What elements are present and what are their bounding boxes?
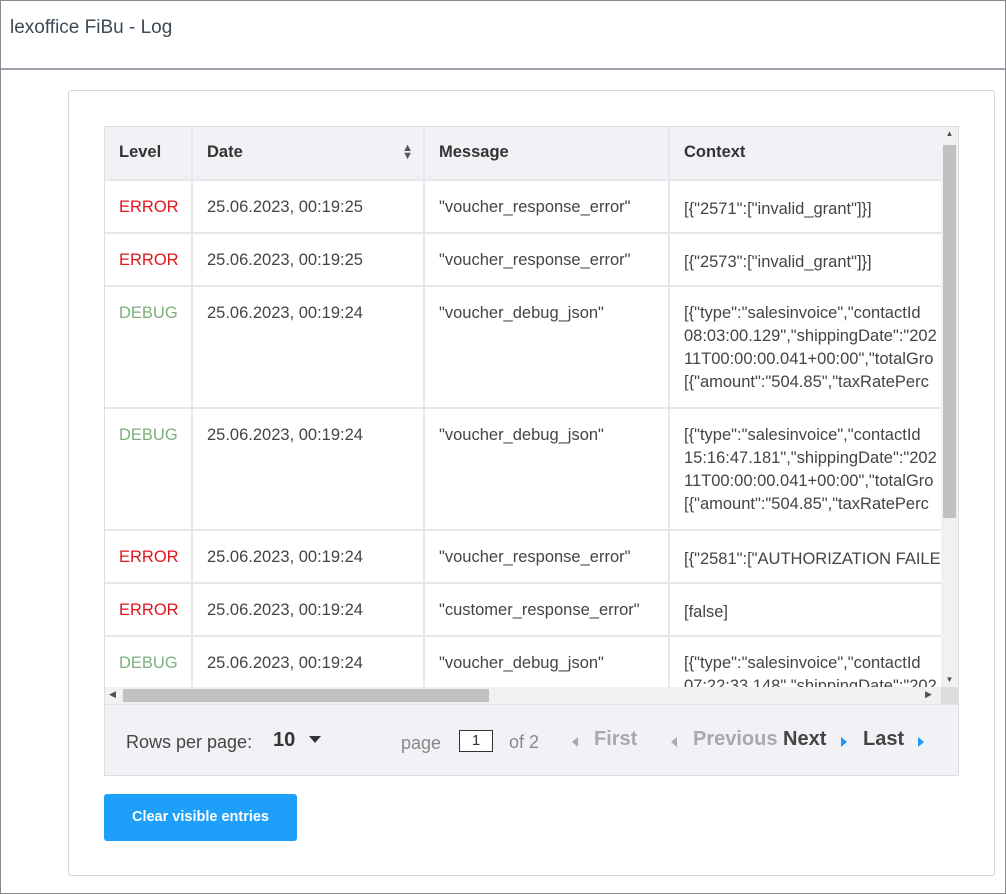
horizontal-scrollbar[interactable]: ◀ ▶	[105, 687, 958, 704]
context-line: [{"type":"salesinvoice","contactId	[684, 654, 921, 672]
cell-level: DEBUG	[105, 408, 193, 531]
context-line: [false]	[684, 603, 729, 621]
table-row: DEBUG 25.06.2023, 00:19:24 "voucher_debug_…	[105, 408, 941, 531]
cell-date: 25.06.2023, 00:19:25	[192, 180, 425, 234]
cell-context: [{"2573":["invalid_grant"]}]	[669, 233, 941, 287]
last-page-button[interactable]: Last	[863, 728, 904, 751]
column-header-date[interactable]: Date ▲ ▼	[192, 127, 425, 181]
vertical-scrollbar-thumb[interactable]	[943, 145, 956, 518]
cell-context: [{"type":"salesinvoice","contactId 15:16:…	[669, 408, 941, 531]
page-title: lexoffice FiBu - Log	[10, 17, 173, 38]
scroll-up-arrow-icon[interactable]: ▲	[941, 129, 958, 138]
scrollbar-corner	[941, 687, 958, 704]
table-row: ERROR 25.06.2023, 00:19:25 "voucher_respon…	[105, 180, 941, 234]
cell-level: ERROR	[105, 583, 193, 637]
chevron-down-icon[interactable]	[309, 736, 321, 743]
cell-message: "voucher_response_error"	[424, 180, 670, 234]
context-line: 08:03:00.129","shippingDate":"202	[684, 327, 937, 345]
previous-page-arrow-icon	[671, 737, 677, 747]
table-row: DEBUG 25.06.2023, 00:19:24 "voucher_debug_…	[105, 636, 941, 687]
cell-message: "voucher_debug_json"	[424, 286, 670, 409]
page-label: page	[401, 733, 442, 753]
cell-date: 25.06.2023, 00:19:24	[192, 583, 425, 637]
log-table-container: Level Date ▲ ▼ Message Context ERROR 25.06…	[104, 126, 959, 776]
cell-context: [{"2581":["AUTHORIZATION FAILE	[669, 530, 941, 584]
scroll-right-arrow-icon[interactable]: ▶	[925, 689, 932, 700]
first-page-button[interactable]: First	[594, 728, 637, 751]
context-line: 11T00:00:00.041+00:00","totalGro	[684, 472, 934, 490]
context-line: [{"type":"salesinvoice","contactId	[684, 426, 921, 444]
page-number-input[interactable]: 1	[459, 730, 493, 752]
cell-message: "voucher_response_error"	[424, 233, 670, 287]
context-line: 07:22:33.148","shippingDate":"202	[684, 677, 937, 687]
cell-message: "voucher_response_error"	[424, 530, 670, 584]
last-page-arrow-icon	[918, 737, 924, 747]
cell-context: [false]	[669, 583, 941, 637]
cell-date: 25.06.2023, 00:19:24	[192, 530, 425, 584]
app-window: lexoffice FiBu - Log Level Date ▲ ▼ Mess…	[0, 0, 1006, 894]
horizontal-scrollbar-thumb[interactable]	[123, 689, 489, 702]
table-viewport: Level Date ▲ ▼ Message Context ERROR 25.06…	[105, 127, 941, 687]
cell-level: DEBUG	[105, 636, 193, 687]
context-line: 11T00:00:00.041+00:00","totalGro	[684, 350, 934, 368]
page-count-label: of 2	[509, 732, 540, 752]
table-row: ERROR 25.06.2023, 00:19:24 "voucher_respon…	[105, 530, 941, 584]
sort-icon[interactable]: ▲ ▼	[402, 143, 413, 162]
cell-level: DEBUG	[105, 286, 193, 409]
context-line: [{"amount":"504.85","taxRatePerc	[684, 495, 929, 513]
cell-context: [{"2571":["invalid_grant"]}]	[669, 180, 941, 234]
column-header-date-label: Date	[207, 143, 243, 161]
scroll-down-arrow-icon[interactable]: ▼	[941, 675, 958, 684]
cell-message: "voucher_debug_json"	[424, 408, 670, 531]
cell-date: 25.06.2023, 00:19:24	[192, 286, 425, 409]
table-row: ERROR 25.06.2023, 00:19:24 "customer_respo…	[105, 583, 941, 637]
table-row: ERROR 25.06.2023, 00:19:25 "voucher_respon…	[105, 233, 941, 287]
cell-message: "customer_response_error"	[424, 583, 670, 637]
context-line: [{"2571":["invalid_grant"]}]	[684, 200, 872, 218]
cell-level: ERROR	[105, 180, 193, 234]
app-header: lexoffice FiBu - Log	[1, 1, 1005, 70]
context-line: [{"amount":"504.85","taxRatePerc	[684, 373, 929, 391]
context-line: 15:16:47.181","shippingDate":"202	[684, 449, 937, 467]
log-card: Level Date ▲ ▼ Message Context ERROR 25.06…	[68, 90, 995, 876]
next-page-button[interactable]: Next	[783, 728, 826, 751]
context-line: [{"type":"salesinvoice","contactId	[684, 304, 921, 322]
table-row: DEBUG 25.06.2023, 00:19:24 "voucher_debug_…	[105, 286, 941, 409]
previous-page-button[interactable]: Previous	[693, 728, 777, 751]
cell-message: "voucher_debug_json"	[424, 636, 670, 687]
first-page-arrow-icon	[572, 737, 578, 747]
cell-context: [{"type":"salesinvoice","contactId 08:03:…	[669, 286, 941, 409]
cell-level: ERROR	[105, 530, 193, 584]
pagination-bar: Rows per page: 10 page 1 of 2 First Prev…	[105, 704, 958, 775]
column-header-message[interactable]: Message	[424, 127, 670, 181]
context-line: [{"2581":["AUTHORIZATION FAILE	[684, 550, 941, 568]
cell-date: 25.06.2023, 00:19:24	[192, 408, 425, 531]
vertical-scrollbar[interactable]: ▲ ▼	[941, 127, 958, 687]
scroll-left-arrow-icon[interactable]: ◀	[109, 689, 116, 700]
rows-per-page-label: Rows per page:	[126, 732, 253, 752]
clear-visible-entries-button[interactable]: Clear visible entries	[104, 794, 297, 841]
log-table: Level Date ▲ ▼ Message Context ERROR 25.06…	[105, 127, 941, 687]
column-header-level[interactable]: Level	[105, 127, 193, 181]
cell-context: [{"type":"salesinvoice","contactId 07:22:…	[669, 636, 941, 687]
cell-level: ERROR	[105, 233, 193, 287]
cell-date: 25.06.2023, 00:19:24	[192, 636, 425, 687]
next-page-arrow-icon	[841, 737, 847, 747]
cell-date: 25.06.2023, 00:19:25	[192, 233, 425, 287]
context-line: [{"2573":["invalid_grant"]}]	[684, 253, 872, 271]
column-header-context[interactable]: Context	[669, 127, 941, 181]
table-header-row: Level Date ▲ ▼ Message Context	[105, 127, 941, 181]
rows-per-page-select[interactable]: 10	[273, 729, 295, 752]
